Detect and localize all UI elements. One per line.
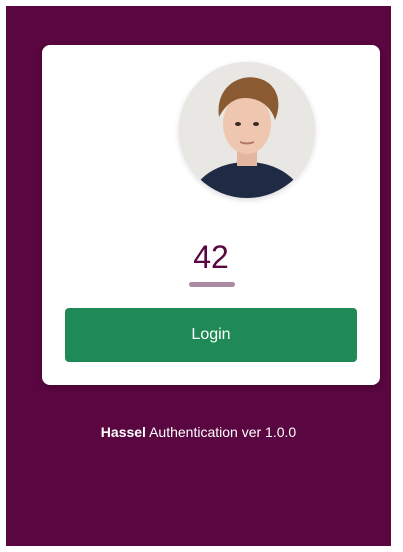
login-button[interactable]: Login: [65, 308, 357, 362]
app-background: 42 Login Hassel Authentication ver 1.0.0: [6, 6, 391, 546]
footer-brand: Hassel: [100, 424, 146, 440]
pin-underline: [189, 282, 235, 287]
footer: Hassel Authentication ver 1.0.0: [6, 424, 391, 440]
avatar: [179, 62, 315, 198]
pin-display: 42: [193, 239, 229, 275]
user-avatar-photo-icon: [179, 62, 315, 198]
login-card: 42 Login: [42, 45, 380, 385]
footer-version-text: Authentication ver 1.0.0: [149, 424, 297, 440]
